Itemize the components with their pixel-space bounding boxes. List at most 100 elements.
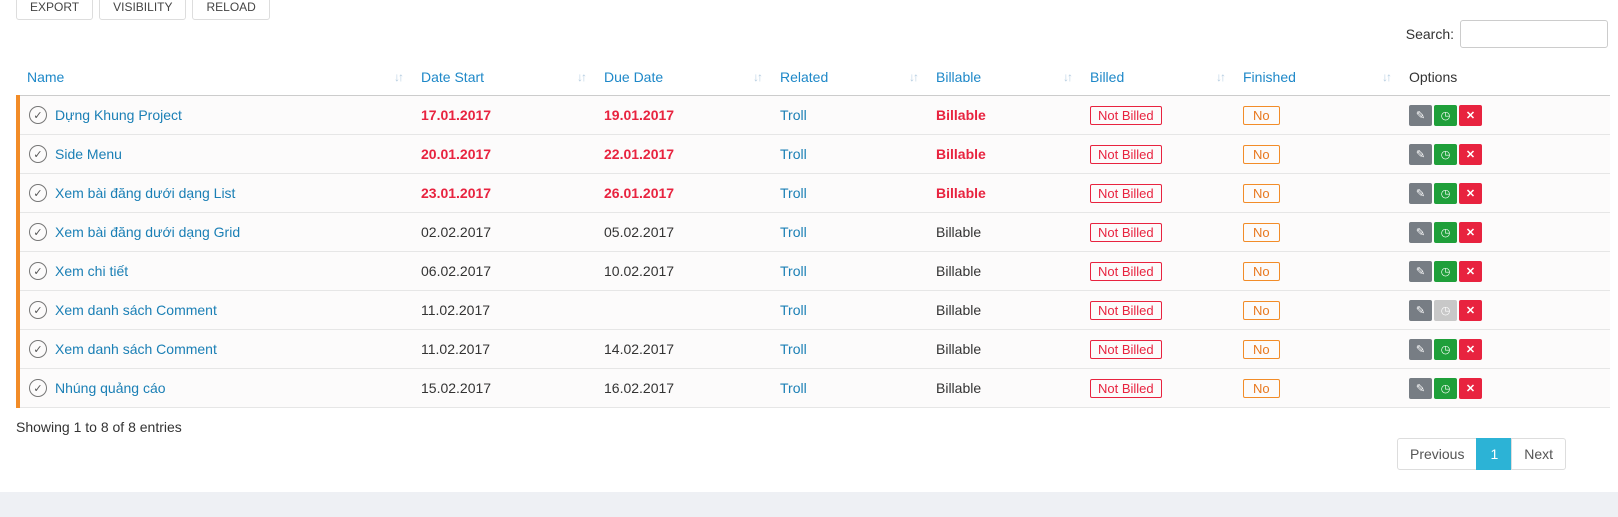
task-name-link[interactable]: Dựng Khung Project — [55, 107, 182, 123]
close-icon[interactable]: ✕ — [1459, 299, 1482, 321]
visibility-button[interactable]: VISIBILITY — [99, 0, 187, 20]
options-cell: ✎ ◷ ✕ — [1400, 329, 1610, 369]
related-link[interactable]: Troll — [780, 380, 807, 396]
name-cell: ✓ Xem bài đăng dưới dạng Grid — [16, 212, 412, 252]
clock-icon[interactable]: ◷ — [1434, 182, 1457, 204]
sort-icon: ↓↑ — [1382, 70, 1392, 84]
previous-page-button[interactable]: Previous — [1397, 438, 1478, 470]
close-icon[interactable]: ✕ — [1459, 143, 1482, 165]
related-cell: Troll — [771, 95, 927, 135]
export-button[interactable]: EXPORT — [16, 0, 94, 20]
column-due-date-label: Due Date — [604, 69, 664, 85]
finished-cell: No — [1234, 290, 1400, 330]
billable-cell: Billable — [927, 95, 1081, 135]
edit-icon[interactable]: ✎ — [1409, 260, 1432, 282]
check-circle-icon[interactable]: ✓ — [29, 184, 47, 202]
related-link[interactable]: Troll — [780, 224, 807, 240]
finished-cell: No — [1234, 251, 1400, 291]
related-link[interactable]: Troll — [780, 341, 807, 357]
edit-icon[interactable]: ✎ — [1409, 143, 1432, 165]
billed-cell: Not Billed — [1081, 329, 1234, 369]
related-cell: Troll — [771, 212, 927, 252]
options-cell: ✎ ◷ ✕ — [1400, 173, 1610, 213]
clock-icon[interactable]: ◷ — [1434, 377, 1457, 399]
due-date-cell: 10.02.2017 — [595, 251, 771, 291]
due-date-cell: 16.02.2017 — [595, 368, 771, 408]
close-icon[interactable]: ✕ — [1459, 221, 1482, 243]
page-1-button[interactable]: 1 — [1476, 438, 1513, 470]
close-icon[interactable]: ✕ — [1459, 377, 1482, 399]
clock-icon[interactable]: ◷ — [1434, 104, 1457, 126]
search-box: Search: — [1406, 20, 1608, 48]
column-billed[interactable]: Billed ↓↑ — [1081, 59, 1234, 96]
related-link[interactable]: Troll — [780, 185, 807, 201]
task-name-link[interactable]: Xem danh sách Comment — [55, 302, 217, 318]
finished-badge: No — [1243, 378, 1280, 398]
billed-badge: Not Billed — [1090, 339, 1162, 359]
close-icon[interactable]: ✕ — [1459, 260, 1482, 282]
check-circle-icon[interactable]: ✓ — [29, 379, 47, 397]
related-link[interactable]: Troll — [780, 302, 807, 318]
clock-icon[interactable]: ◷ — [1434, 260, 1457, 282]
sort-icon: ↓↑ — [577, 70, 587, 84]
billed-badge: Not Billed — [1090, 300, 1162, 320]
task-name-link[interactable]: Xem danh sách Comment — [55, 341, 217, 357]
task-name-link[interactable]: Side Menu — [55, 146, 122, 162]
toolbar: EXPORT VISIBILITY RELOAD — [16, 0, 270, 20]
search-input[interactable] — [1460, 20, 1608, 48]
due-date-cell: 22.01.2017 — [595, 134, 771, 174]
clock-icon[interactable]: ◷ — [1434, 338, 1457, 360]
finished-cell: No — [1234, 173, 1400, 213]
sort-icon: ↓↑ — [1063, 70, 1073, 84]
billed-cell: Not Billed — [1081, 173, 1234, 213]
date-start-cell: 17.01.2017 — [412, 95, 595, 135]
name-cell: ✓ Side Menu — [16, 134, 412, 174]
edit-icon[interactable]: ✎ — [1409, 221, 1432, 243]
check-circle-icon[interactable]: ✓ — [29, 262, 47, 280]
check-circle-icon[interactable]: ✓ — [29, 145, 47, 163]
next-page-button[interactable]: Next — [1511, 438, 1567, 470]
column-related[interactable]: Related ↓↑ — [771, 59, 927, 96]
check-circle-icon[interactable]: ✓ — [29, 106, 47, 124]
column-finished[interactable]: Finished ↓↑ — [1234, 59, 1400, 96]
edit-icon[interactable]: ✎ — [1409, 299, 1432, 321]
column-billable[interactable]: Billable ↓↑ — [927, 59, 1081, 96]
check-circle-icon[interactable]: ✓ — [29, 340, 47, 358]
billable-cell: Billable — [927, 173, 1081, 213]
related-cell: Troll — [771, 173, 927, 213]
related-link[interactable]: Troll — [780, 107, 807, 123]
related-link[interactable]: Troll — [780, 263, 807, 279]
reload-button[interactable]: RELOAD — [192, 0, 270, 20]
clock-icon[interactable]: ◷ — [1434, 221, 1457, 243]
edit-icon[interactable]: ✎ — [1409, 377, 1432, 399]
task-name-link[interactable]: Xem bài đăng dưới dạng Grid — [55, 224, 240, 240]
clock-icon[interactable]: ◷ — [1434, 143, 1457, 165]
close-icon[interactable]: ✕ — [1459, 338, 1482, 360]
related-link[interactable]: Troll — [780, 146, 807, 162]
finished-cell: No — [1234, 134, 1400, 174]
edit-icon[interactable]: ✎ — [1409, 182, 1432, 204]
finished-badge: No — [1243, 300, 1280, 320]
billed-cell: Not Billed — [1081, 368, 1234, 408]
billed-badge: Not Billed — [1090, 222, 1162, 242]
column-due-date[interactable]: Due Date ↓↑ — [595, 59, 771, 96]
finished-badge: No — [1243, 144, 1280, 164]
column-name[interactable]: Name ↓↑ — [18, 59, 412, 96]
finished-cell: No — [1234, 212, 1400, 252]
close-icon[interactable]: ✕ — [1459, 182, 1482, 204]
check-circle-icon[interactable]: ✓ — [29, 301, 47, 319]
column-date-start[interactable]: Date Start ↓↑ — [412, 59, 595, 96]
footer-bar — [0, 492, 1618, 517]
name-cell: ✓ Nhúng quảng cáo — [16, 368, 412, 408]
check-circle-icon[interactable]: ✓ — [29, 223, 47, 241]
task-name-link[interactable]: Xem bài đăng dưới dạng List — [55, 185, 235, 201]
edit-icon[interactable]: ✎ — [1409, 338, 1432, 360]
billable-cell: Billable — [927, 251, 1081, 291]
billable-cell: Billable — [927, 329, 1081, 369]
edit-icon[interactable]: ✎ — [1409, 104, 1432, 126]
task-name-link[interactable]: Xem chi tiết — [55, 263, 128, 279]
search-label: Search: — [1405, 26, 1454, 42]
close-icon[interactable]: ✕ — [1459, 104, 1482, 126]
billed-cell: Not Billed — [1081, 134, 1234, 174]
task-name-link[interactable]: Nhúng quảng cáo — [55, 380, 166, 396]
